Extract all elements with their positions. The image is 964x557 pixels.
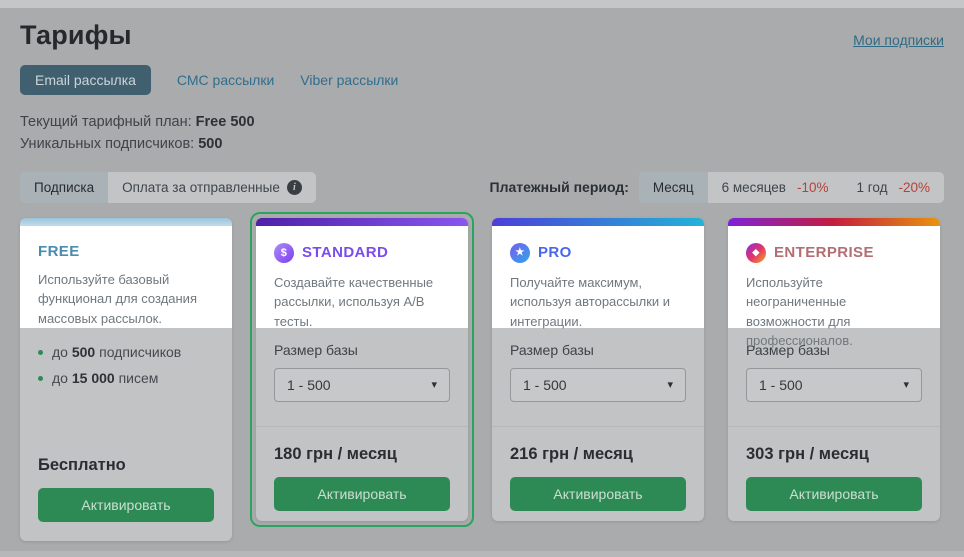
billing-period: Платежный период: Месяц 6 месяцев-10% 1 … [490, 172, 944, 203]
enterprise-base-size-select[interactable]: 1 - 500 ▾ [746, 368, 922, 402]
base-size-label: Размер базы [274, 342, 450, 358]
billing-period-group: Месяц 6 месяцев-10% 1 год-20% [639, 172, 944, 203]
pro-plan-title: ★ PRO [510, 243, 686, 263]
base-size-label: Размер базы [510, 342, 686, 358]
free-feature-list: до 500 подписчиков до 15 000 писем [38, 344, 214, 386]
plan-card-standard: $ STANDARD Создавайте качественные рассы… [256, 218, 468, 521]
current-plan-line: Текущий тарифный план: Free 500 [20, 111, 944, 133]
bullet-dot [38, 376, 43, 381]
billing-mode-toggle: Подписка Оплата за отправленные i [20, 172, 316, 203]
period-6-months[interactable]: 6 месяцев-10% [708, 172, 843, 203]
chevron-down-icon: ▾ [903, 378, 909, 391]
star-icon: ★ [510, 243, 530, 263]
plan-cards: FREE Используйте базовый функционал для … [20, 218, 944, 541]
subscribers-value: 500 [198, 136, 222, 152]
pro-plan-description: Получайте максимум, используя авторассыл… [510, 273, 686, 332]
tariffs-page: Тарифы Мои подписки Email рассылка СМС р… [0, 0, 964, 541]
pro-price: 216 грн / месяц [510, 445, 686, 464]
enterprise-activate-button[interactable]: Активировать [746, 477, 922, 511]
plan-card-free: FREE Используйте базовый функционал для … [20, 218, 232, 541]
enterprise-price: 303 грн / месяц [746, 445, 922, 464]
channel-tabs: Email рассылка СМС рассылки Viber рассыл… [20, 65, 944, 95]
period-1-year[interactable]: 1 год-20% [843, 172, 945, 203]
free-color-bar [20, 218, 232, 226]
bullet-dot [38, 350, 43, 355]
discount-badge: -20% [898, 180, 930, 195]
billing-controls: Подписка Оплата за отправленные i Платеж… [20, 172, 944, 203]
plan-card-enterprise: ◆ ENTERPRISE Используйте неограниченные … [728, 218, 940, 521]
page-header: Тарифы Мои подписки [20, 20, 944, 51]
free-plan-description: Используйте базовый функционал для созда… [38, 270, 214, 329]
pro-activate-button[interactable]: Активировать [510, 477, 686, 511]
tab-viber[interactable]: Viber рассылки [300, 66, 398, 94]
free-plan-title: FREE [38, 243, 214, 260]
base-size-label: Размер базы [746, 342, 922, 358]
standard-price: 180 грн / месяц [274, 445, 450, 464]
current-plan-value: Free 500 [196, 114, 255, 130]
standard-activate-button[interactable]: Активировать [274, 477, 450, 511]
info-icon[interactable]: i [287, 180, 302, 195]
free-price: Бесплатно [38, 456, 214, 475]
page-title: Тарифы [20, 20, 132, 51]
feature-subscribers: до 500 подписчиков [38, 344, 214, 360]
toggle-subscription[interactable]: Подписка [20, 172, 108, 203]
standard-base-size-select[interactable]: 1 - 500 ▾ [274, 368, 450, 402]
toggle-pay-per-sent[interactable]: Оплата за отправленные i [108, 172, 316, 203]
discount-badge: -10% [797, 180, 829, 195]
plan-card-pro: ★ PRO Получайте максимум, используя авто… [492, 218, 704, 521]
pro-base-size-select[interactable]: 1 - 500 ▾ [510, 368, 686, 402]
pro-color-bar [492, 218, 704, 226]
standard-plan-description: Создавайте качественные рассылки, исполь… [274, 273, 450, 332]
enterprise-plan-title: ◆ ENTERPRISE [746, 243, 922, 263]
feature-emails: до 15 000 писем [38, 370, 214, 386]
tab-sms[interactable]: СМС рассылки [177, 66, 274, 94]
diamond-icon: ◆ [746, 243, 766, 263]
period-month[interactable]: Месяц [639, 172, 708, 203]
current-plan-info: Текущий тарифный план: Free 500 Уникальн… [20, 111, 944, 156]
lower-panel-edge [0, 551, 964, 557]
my-subscriptions-link[interactable]: Мои подписки [853, 32, 944, 48]
free-activate-button[interactable]: Активировать [38, 488, 214, 522]
subscribers-line: Уникальных подписчиков: 500 [20, 133, 944, 155]
billing-period-label: Платежный период: [490, 179, 629, 195]
standard-plan-title: $ STANDARD [274, 243, 450, 263]
dollar-icon: $ [274, 243, 294, 263]
enterprise-color-bar [728, 218, 940, 226]
standard-color-bar [256, 218, 468, 226]
tab-email[interactable]: Email рассылка [20, 65, 151, 95]
chevron-down-icon: ▾ [431, 378, 437, 391]
chevron-down-icon: ▾ [667, 378, 673, 391]
